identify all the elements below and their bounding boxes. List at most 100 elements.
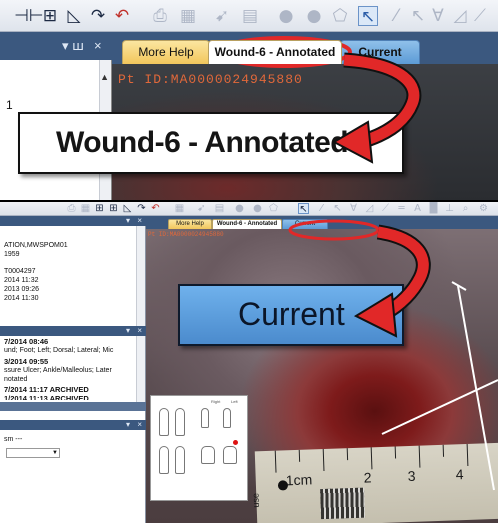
settings-icon[interactable]: ⚙ [478, 203, 489, 214]
shape-icon[interactable]: ═ [396, 203, 407, 214]
tab-more-help[interactable]: More Help [122, 40, 210, 64]
body-map-label: Right [211, 399, 221, 404]
foot-figure [201, 408, 209, 428]
patient-id: Pt ID:MA0000024945880 [148, 231, 224, 238]
close-icon[interactable]: × [94, 38, 102, 53]
select-icon[interactable]: ↖ [358, 6, 378, 27]
history-pane-scrollbar[interactable] [136, 336, 145, 402]
filter-select[interactable]: sm --- [4, 436, 22, 444]
select-icon[interactable]: ↖ [298, 203, 309, 215]
tab-bar: More Help Wound-6 - Annotated Current [112, 32, 498, 64]
fit-window-icon[interactable]: ⊞ [94, 203, 105, 214]
tab-more-help[interactable]: More Help [168, 219, 212, 229]
hand-figure [223, 446, 237, 464]
pen-icon[interactable]: ● [252, 203, 263, 214]
image-icon[interactable]: ▦ [178, 6, 198, 26]
measure-icon[interactable]: ⊥ [444, 203, 455, 214]
ruler-icon[interactable]: ◿ [364, 203, 375, 214]
left-column: ▾ × ATION,MWSPOM01 1959 T0004297 2014 11… [0, 216, 146, 523]
area-icon[interactable]: ∀ [428, 6, 448, 26]
brush-icon[interactable]: ● [276, 6, 296, 26]
history-line[interactable]: notated [4, 376, 27, 384]
body-map-label: Left [231, 399, 238, 404]
callout-current-tab: Current [178, 284, 404, 346]
patient-id: Pt ID:MA0000024945880 [118, 72, 303, 87]
polygon-icon[interactable]: ⬠ [330, 6, 350, 26]
image-viewer: 1cm 2 3 4 use Right Left More Help Wound… [146, 216, 498, 523]
hand-figure [201, 446, 215, 464]
body-map-thumbnail[interactable]: Right Left [150, 395, 248, 501]
rotate-right-icon[interactable]: ↷ [136, 203, 147, 214]
brush-icon[interactable]: ● [234, 203, 245, 214]
line-icon[interactable]: ⁄ [316, 203, 327, 214]
history-pane-header: ▾ × [0, 326, 146, 336]
ruler-dot [277, 480, 289, 491]
patient-pane-scrollbar[interactable] [136, 226, 145, 326]
zoom-icon[interactable]: ⌕ [460, 203, 471, 214]
patient-line: 2013 09:26 [4, 286, 40, 293]
ruler-icon[interactable]: ◿ [450, 6, 470, 26]
print-icon[interactable]: ⎙ [150, 6, 170, 26]
fit-window-icon[interactable]: ⊣⊢ [14, 6, 44, 26]
angle-icon[interactable]: ↖ [408, 6, 428, 26]
rotate-left-icon[interactable]: ↶ [150, 203, 161, 214]
image-icon[interactable]: ▦ [174, 203, 185, 214]
ruler-label: use [250, 492, 261, 508]
print-icon[interactable]: ⎙ [66, 203, 77, 214]
text-icon[interactable]: ⟋ [380, 203, 391, 214]
area-icon[interactable]: ∀ [348, 203, 359, 214]
close-icon[interactable]: × [137, 420, 142, 430]
crop-icon[interactable]: ⊞ [40, 6, 60, 26]
crop-icon[interactable]: ⊞ [108, 203, 119, 214]
pin-icon[interactable]: ▾ [126, 420, 130, 430]
polygon-icon[interactable]: ⬠ [268, 203, 279, 214]
history-line[interactable]: ssure Ulcer; Ankle/Malleolus; Later [4, 367, 112, 375]
ruler-label: 3 [407, 467, 416, 485]
ruler-label: 2 [363, 469, 372, 486]
callout-wound-label: Wound-6 - Annotated [56, 126, 349, 159]
history-line[interactable]: 7/2014 11:17 ARCHIVED [4, 386, 89, 394]
tab-wound-6-annotated[interactable]: Wound-6 - Annotated [208, 40, 342, 64]
chevron-down-icon[interactable]: ▼ [52, 449, 58, 457]
pen-icon[interactable]: ● [304, 6, 324, 26]
grid-icon[interactable]: ▤ [240, 6, 260, 26]
patient-pane-header: ▾ × [0, 216, 146, 226]
image-toolbar: ⊣⊢ ⊞ ◺ ↷ ↶ ⎙ ▦ ➹ ▤ ● ● ⬠ ↖ ⁄ ↖ ∀ ◿ ⟋ [0, 0, 498, 32]
tab-current[interactable]: Current [282, 219, 328, 229]
body-figure [175, 446, 185, 474]
angle-icon[interactable]: ↖ [332, 203, 343, 214]
line-icon[interactable]: ⁄ [386, 6, 406, 26]
pin-icon[interactable]: ▾ [126, 216, 130, 226]
history-line[interactable]: und; Foot; Left; Dorsal; Lateral; Mic [4, 347, 113, 355]
pin-icon[interactable]: ▾ [126, 326, 130, 336]
filter-pane-header: ▾ × [0, 420, 146, 430]
callout-wound-tab: Wound-6 - Annotated [18, 112, 404, 174]
image-toolbar-small: ⎙ ▦ ⊞ ⊞ ◺ ↷ ↶ ▦ ➹ ▤ ● ● ⬠ ↖ ⁄ ↖ ∀ ◿ ⟋ ═ … [0, 202, 498, 216]
image-icon[interactable]: ▦ [80, 203, 91, 214]
ruler-label: 1cm [285, 471, 313, 489]
full-app-view: ⎙ ▦ ⊞ ⊞ ◺ ↷ ↶ ▦ ➹ ▤ ● ● ⬠ ↖ ⁄ ↖ ∀ ◿ ⟋ ═ … [0, 202, 498, 523]
patient-line: 1959 [4, 251, 20, 258]
zoomed-tab-view: ⊣⊢ ⊞ ◺ ↷ ↶ ⎙ ▦ ➹ ▤ ● ● ⬠ ↖ ⁄ ↖ ∀ ◿ ⟋ ▾ ꟺ… [0, 0, 498, 202]
tab-wound-6-annotated[interactable]: Wound-6 - Annotated [212, 219, 282, 229]
pin-icon[interactable]: ▾ ꟺ [62, 38, 84, 54]
wound-photo: 1cm 2 3 4 use Right Left [146, 229, 498, 523]
history-line[interactable]: 1/2014 11:13 ARCHIVED [4, 395, 89, 400]
fill-icon[interactable]: █ [428, 203, 439, 214]
scroll-up-icon[interactable]: ▲ [100, 72, 109, 82]
body-figure [175, 408, 185, 436]
history-line[interactable]: 7/2014 08:46 [4, 338, 48, 346]
history-line[interactable]: 3/2014 09:55 [4, 358, 48, 366]
rotate-left-icon[interactable]: ↶ [112, 6, 132, 26]
text-icon[interactable]: ⟋ [470, 6, 490, 26]
arrow-tool-icon[interactable]: A [412, 203, 423, 214]
pointer-icon[interactable]: ➹ [196, 203, 207, 214]
close-icon[interactable]: × [137, 326, 142, 336]
stretch-icon[interactable]: ◺ [64, 6, 84, 26]
tab-current[interactable]: Current [340, 40, 420, 64]
pointer-icon[interactable]: ➹ [212, 6, 232, 26]
close-icon[interactable]: × [137, 216, 142, 226]
grid-icon[interactable]: ▤ [214, 203, 225, 214]
rotate-right-icon[interactable]: ↷ [88, 6, 108, 26]
stretch-icon[interactable]: ◺ [122, 203, 133, 214]
